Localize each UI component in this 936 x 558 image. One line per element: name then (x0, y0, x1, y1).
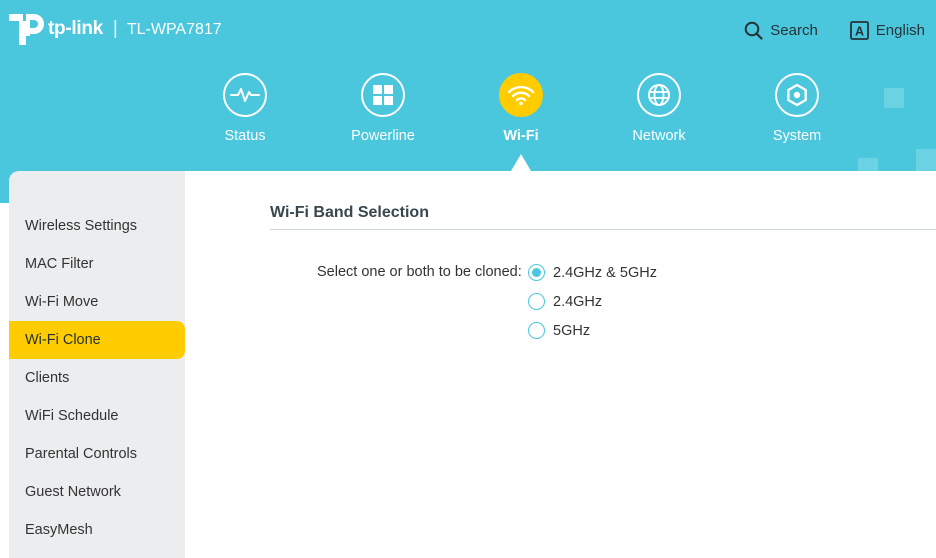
nav-status-label: Status (224, 128, 266, 144)
brand-logo[interactable]: tp-link | TL-WPA7817 (8, 10, 222, 48)
nav-system-circle (775, 73, 819, 117)
active-nav-pointer (511, 154, 531, 171)
radio-option-5ghz[interactable]: 5GHz (528, 322, 590, 339)
sidebar-item-mac-filter[interactable]: MAC Filter (9, 245, 185, 283)
search-label: Search (770, 22, 818, 39)
sidebar: Wireless Settings MAC Filter Wi-Fi Move … (9, 171, 185, 558)
top-actions: Search A English (744, 21, 925, 40)
band-selection-label: Select one or both to be cloned: (317, 264, 522, 280)
grid-icon (373, 85, 393, 105)
nav-wifi[interactable]: Wi-Fi (466, 73, 576, 144)
gear-icon (787, 83, 807, 107)
nav-system-label: System (772, 128, 822, 144)
radio-option-2-4ghz[interactable]: 2.4GHz (528, 293, 602, 310)
sidebar-item-easymesh[interactable]: EasyMesh (9, 511, 185, 549)
language-label: English (875, 22, 925, 39)
wifi-icon (507, 85, 535, 106)
sidebar-item-clients[interactable]: Clients (9, 359, 185, 397)
search-button[interactable]: Search (744, 21, 818, 40)
radio-option-both-bands[interactable]: 2.4GHz & 5GHz (528, 264, 657, 281)
logo-separator: | (112, 18, 118, 39)
radio-label: 5GHz (553, 322, 591, 339)
nav-network-circle (637, 73, 681, 117)
radio-label: 2.4GHz (553, 293, 603, 310)
radio-button[interactable] (528, 293, 545, 310)
language-button[interactable]: A English (849, 21, 925, 40)
nav-status-circle (223, 73, 267, 117)
sidebar-item-wifi-move[interactable]: Wi-Fi Move (9, 283, 185, 321)
radio-button[interactable] (528, 322, 545, 339)
language-icon-letter: A (855, 24, 864, 38)
sidebar-item-wifi-clone[interactable]: Wi-Fi Clone (9, 321, 185, 359)
language-icon: A (849, 21, 869, 40)
nav-status[interactable]: Status (190, 73, 300, 144)
nav-powerline-circle (361, 73, 405, 117)
sidebar-item-wifi-schedule[interactable]: WiFi Schedule (9, 397, 185, 435)
main-content: Wi-Fi Band Selection Select one or both … (185, 171, 936, 558)
sidebar-item-guest-network[interactable]: Guest Network (9, 473, 185, 511)
nav-wifi-label: Wi-Fi (503, 128, 539, 144)
nav-powerline-label: Powerline (351, 128, 415, 144)
nav-wifi-circle (499, 73, 543, 117)
radio-selected-dot (532, 268, 541, 277)
radio-button[interactable] (528, 264, 545, 281)
nav-system[interactable]: System (742, 73, 852, 144)
nav-network-label: Network (632, 128, 686, 144)
radio-label: 2.4GHz & 5GHz (553, 264, 657, 281)
globe-icon (648, 84, 670, 106)
main-nav: Status Powerline Wi-Fi Network System (0, 73, 936, 173)
section-title: Wi-Fi Band Selection (270, 204, 429, 221)
sidebar-item-wireless-settings[interactable]: Wireless Settings (9, 207, 185, 245)
sidebar-item-parental-controls[interactable]: Parental Controls (9, 435, 185, 473)
logo-text: tp-link (48, 18, 103, 39)
nav-network[interactable]: Network (604, 73, 714, 144)
section-divider (270, 229, 936, 230)
nav-powerline[interactable]: Powerline (328, 73, 438, 144)
search-icon (744, 21, 763, 40)
tp-link-logo-icon (9, 14, 44, 45)
pulse-icon (230, 88, 260, 102)
model-name: TL-WPA7817 (126, 21, 222, 38)
